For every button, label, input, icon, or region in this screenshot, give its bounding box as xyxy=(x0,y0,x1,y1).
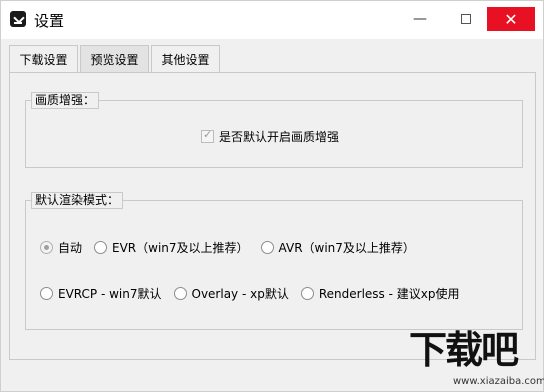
render-mode-group: 默认渲染模式： 自动 EVR（win7及以上推荐） AVR（win7及以上推荐）… xyxy=(25,192,523,330)
radio-evrcp[interactable] xyxy=(40,287,53,300)
tab-download-settings[interactable]: 下载设置 xyxy=(9,45,78,72)
maximize-icon xyxy=(461,14,471,24)
radio-auto[interactable] xyxy=(40,241,53,254)
quality-enhance-label: 是否默认开启画质增强 xyxy=(219,130,340,144)
maximize-button[interactable] xyxy=(448,7,484,31)
quality-group-title: 画质增强： xyxy=(31,92,100,109)
radio-evr[interactable] xyxy=(94,241,108,254)
settings-window: 设置 — ✕ 下载设置 预览设置 其他设置 画质增强： 是否默认开启画质增强 默… xyxy=(0,0,544,392)
tab-other-settings[interactable]: 其他设置 xyxy=(151,45,220,72)
minimize-button[interactable]: — xyxy=(402,7,438,31)
radio-evr-label[interactable]: EVR（win7及以上推荐） xyxy=(112,239,249,256)
quality-enhance-group: 画质增强： 是否默认开启画质增强 xyxy=(25,92,523,168)
render-options-row-1: 自动 EVR（win7及以上推荐） AVR（win7及以上推荐） xyxy=(40,239,427,256)
close-icon: ✕ xyxy=(504,9,518,29)
radio-avr-label[interactable]: AVR（win7及以上推荐） xyxy=(279,239,415,256)
radio-overlay[interactable] xyxy=(173,287,187,300)
radio-auto-label[interactable]: 自动 xyxy=(58,239,82,256)
radio-overlay-label[interactable]: Overlay - xp默认 xyxy=(192,285,289,302)
preview-settings-panel: 画质增强： 是否默认开启画质增强 默认渲染模式： 自动 EVR（win7及以上推… xyxy=(9,72,536,360)
radio-evrcp-label[interactable]: EVRCP - win7默认 xyxy=(58,285,162,302)
watermark-main-text: 下载吧 xyxy=(409,328,519,372)
radio-avr[interactable] xyxy=(260,241,274,254)
download-app-icon xyxy=(10,11,26,27)
minimize-icon: — xyxy=(413,11,427,27)
radio-renderless[interactable] xyxy=(300,287,314,300)
watermark-url: www.xiazaiba.com xyxy=(453,376,544,387)
quality-enhance-option[interactable]: 是否默认开启画质增强 xyxy=(201,128,339,145)
tab-preview-settings[interactable]: 预览设置 xyxy=(80,45,149,73)
quality-enhance-checkbox[interactable] xyxy=(201,128,214,143)
watermark-logo: 下载吧 www.xiazaiba.com xyxy=(409,328,544,388)
radio-renderless-label[interactable]: Renderless - 建议xp使用 xyxy=(319,285,460,302)
window-title: 设置 xyxy=(34,12,65,30)
title-bar: 设置 — ✕ xyxy=(1,1,543,39)
render-options-row-2: EVRCP - win7默认 Overlay - xp默认 Renderless… xyxy=(40,285,471,302)
close-button[interactable]: ✕ xyxy=(487,7,535,31)
render-group-title: 默认渲染模式： xyxy=(31,192,124,209)
